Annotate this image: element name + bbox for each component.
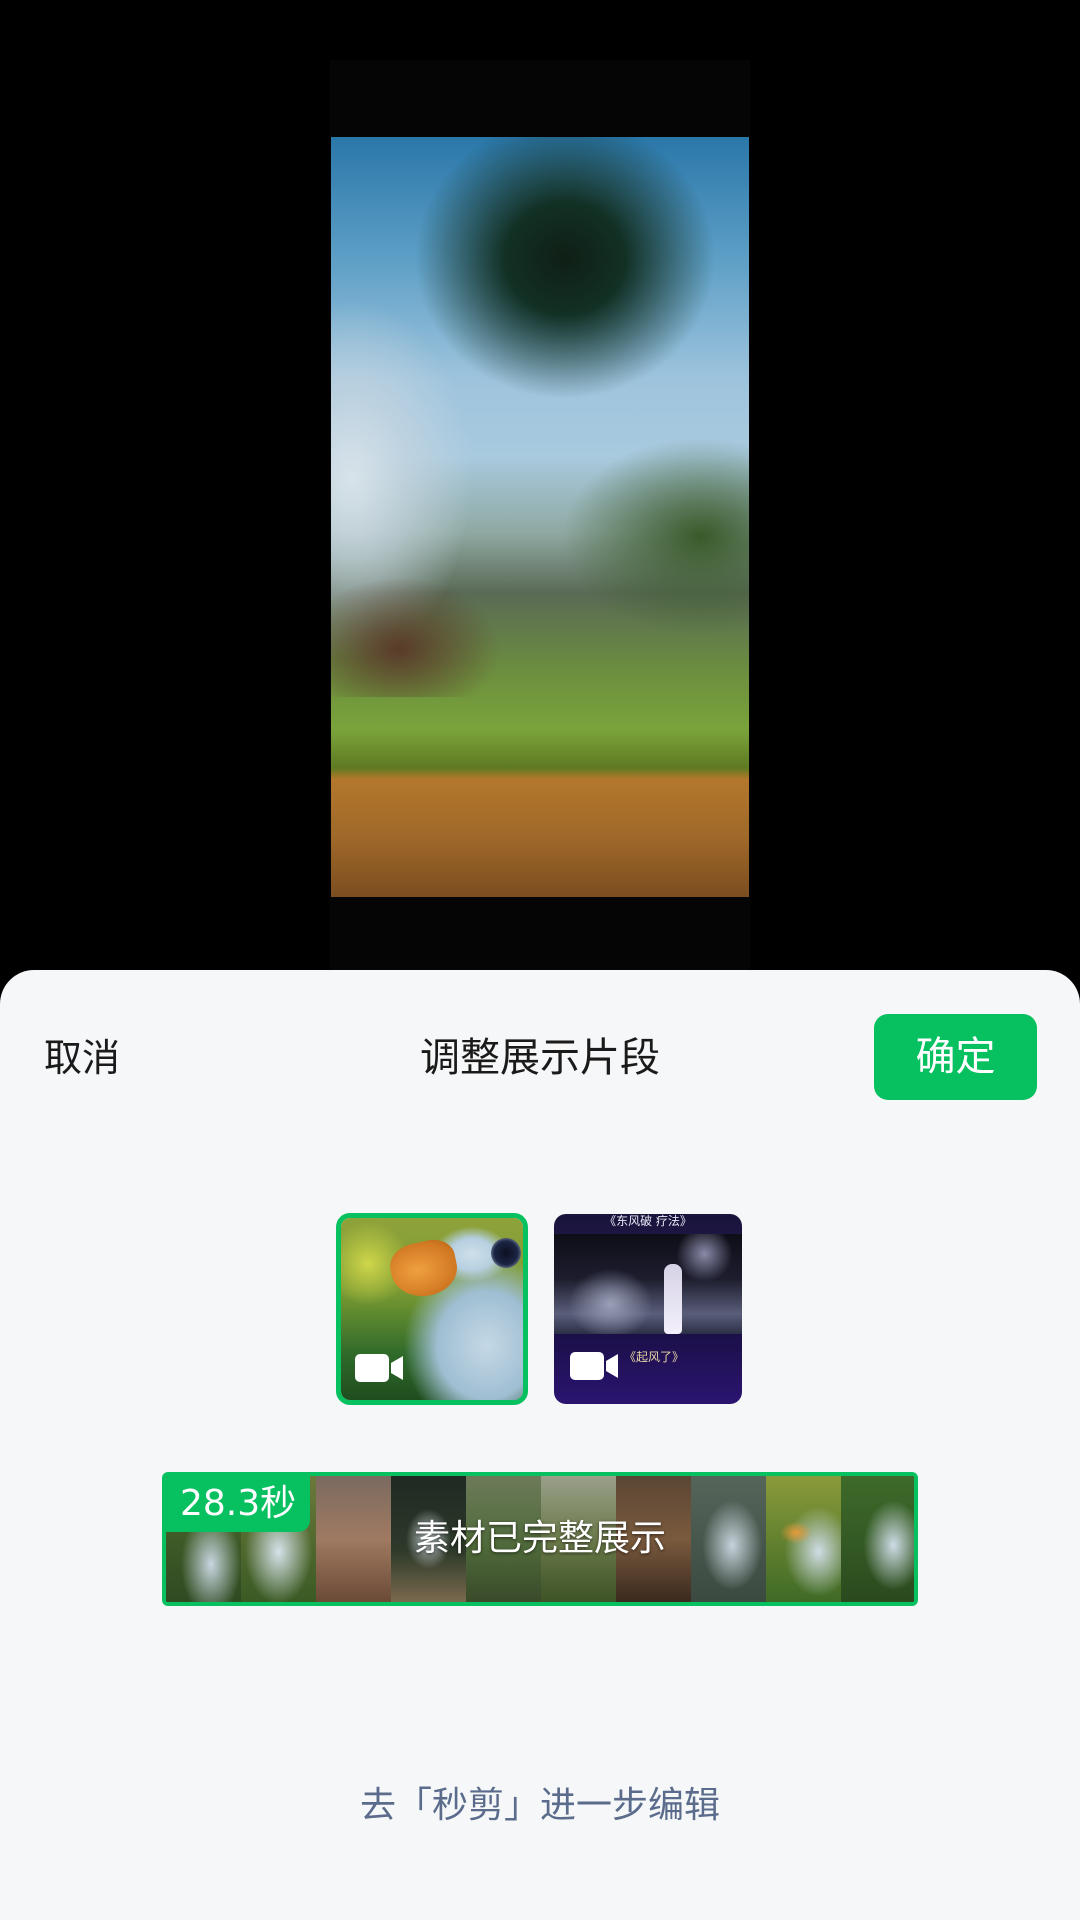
video-camera-icon [570,1352,618,1380]
preview-blur-shape [561,437,749,637]
adjust-clip-sheet [0,970,1080,1920]
clip-timeline-strip[interactable]: 28.3秒 素材已完整展示 [162,1472,918,1606]
clip-thumbnail-selected[interactable] [336,1213,528,1405]
duck-eye [491,1238,521,1268]
confirm-button[interactable]: 确定 [874,1014,1037,1100]
thumbnail-overlay-title: 《东风破 疗法》 [604,1214,692,1228]
concert-stage [554,1234,742,1334]
video-preview[interactable] [331,137,749,897]
video-camera-icon [355,1354,403,1382]
timeline-status-text: 素材已完整展示 [413,1518,666,1559]
clip-thumbnail[interactable]: 《东风破 疗法》 《起风了》 [554,1214,742,1404]
duck-beak [386,1235,462,1303]
preview-blur-shape [331,577,501,697]
concert-singer [664,1264,682,1334]
edit-in-miaojian-link[interactable]: 去「秒剪」进一步编辑 [0,1780,1080,1832]
thumbnail-overlay-caption: 《起风了》 [624,1350,685,1364]
